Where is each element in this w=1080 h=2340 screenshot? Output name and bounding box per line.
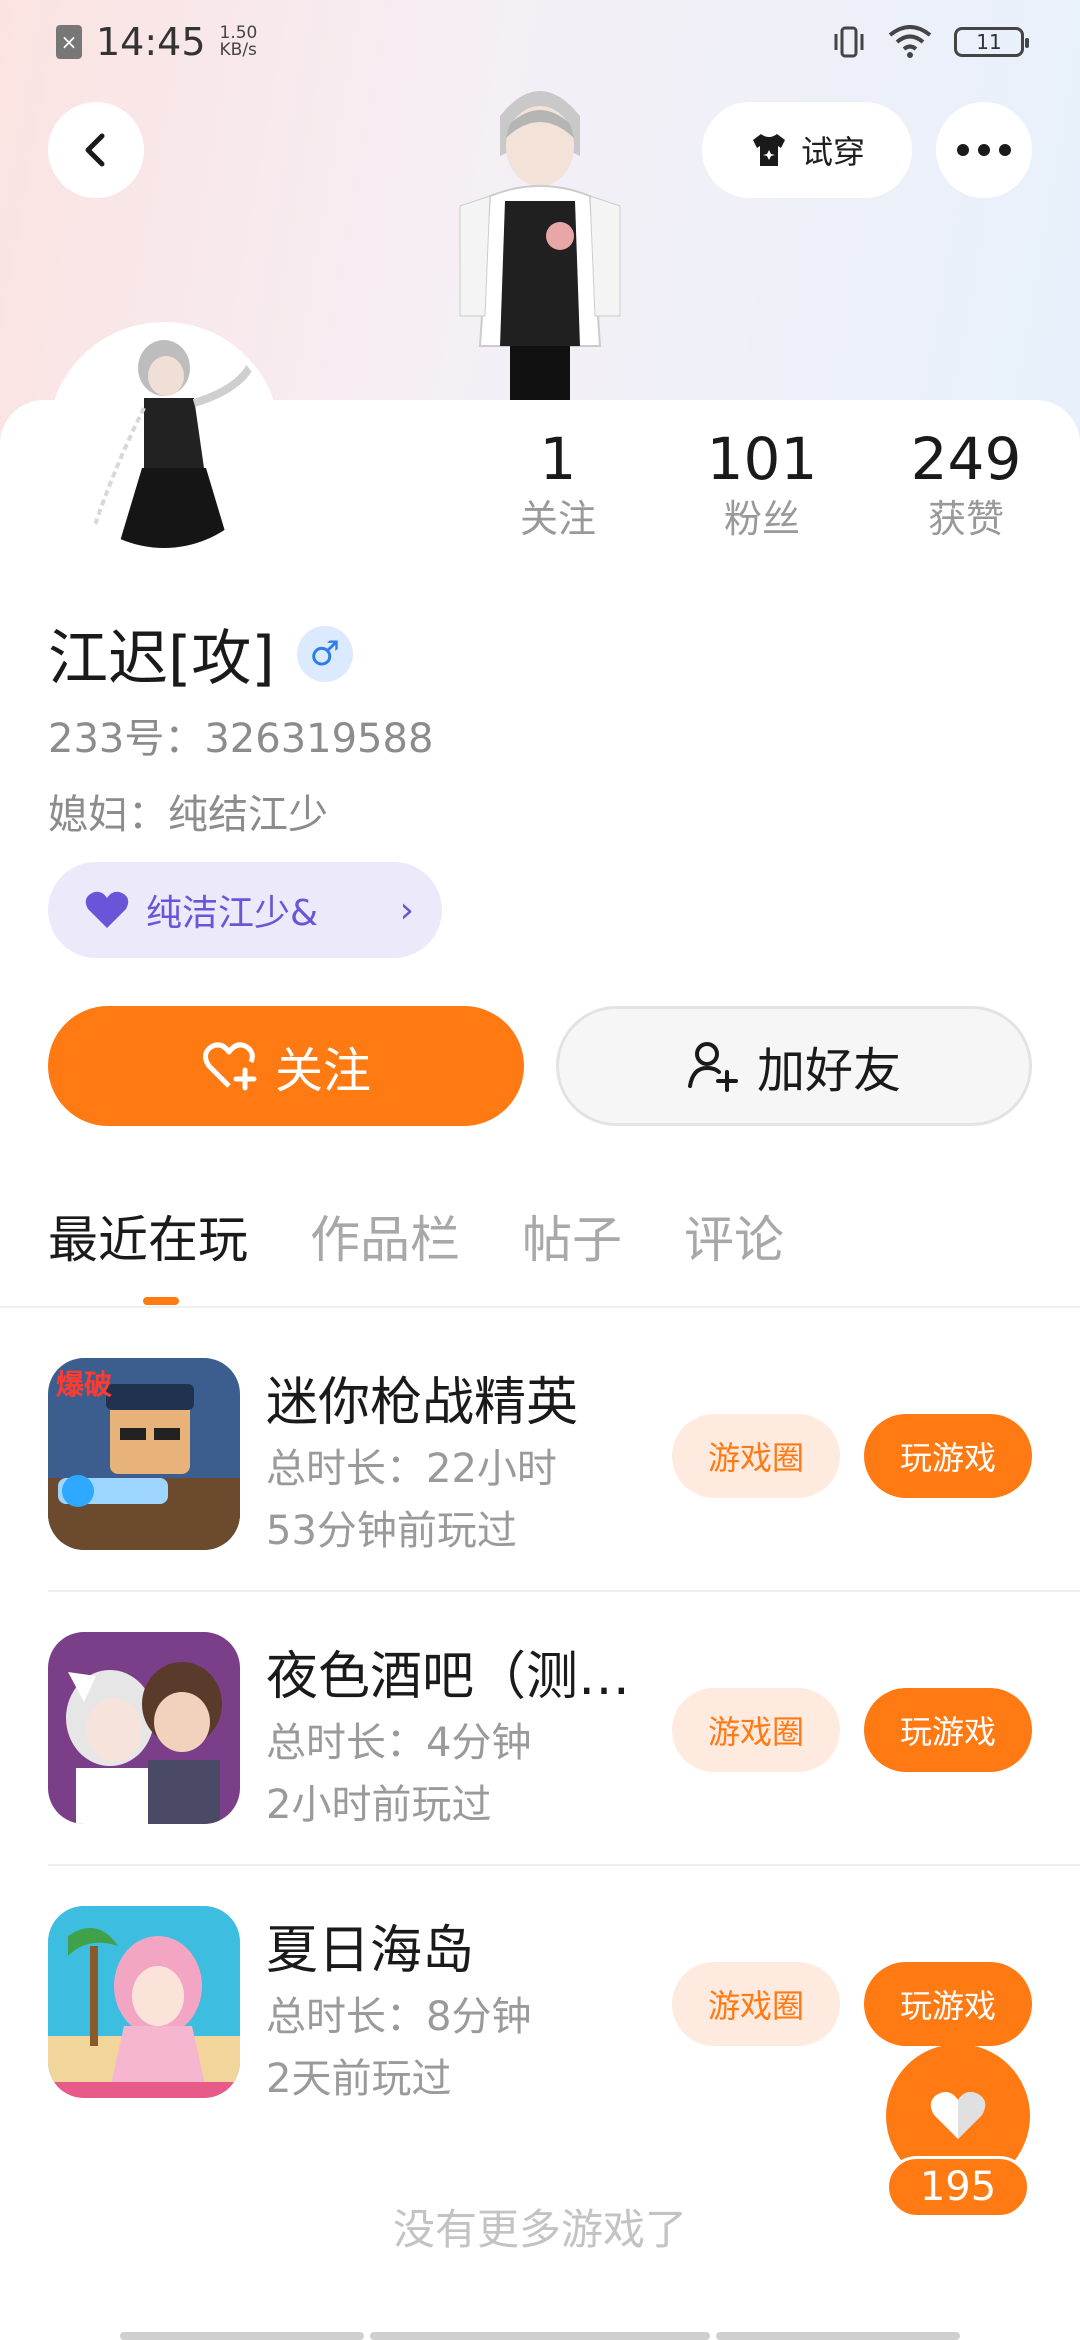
add-friend-button[interactable]: 加好友 [556, 1006, 1032, 1126]
summer-island-game-icon[interactable] [48, 1906, 240, 2098]
play-game-button[interactable]: 玩游戏 [864, 1962, 1032, 2046]
gesture-bar-segment [716, 2332, 960, 2340]
no-sim-icon: × [56, 25, 82, 59]
like-count-badge: 195 [886, 2156, 1030, 2218]
stat-following-count: 1 [539, 425, 577, 493]
add-friend-label: 加好友 [756, 1043, 901, 1099]
bottom-gesture-bars [0, 2326, 1080, 2340]
gesture-bar-segment [120, 2332, 364, 2340]
male-gender-icon: ♂ [296, 625, 353, 682]
game-title: 夏日海岛 [266, 1921, 475, 1981]
tabs-divider [0, 1306, 1080, 1308]
user-id[interactable]: 233号：326319588 [48, 706, 433, 764]
back-button[interactable] [48, 102, 144, 198]
outfit-icon [752, 134, 785, 166]
profile-stats: 1 关注 101 粉丝 249 获赞 [0, 424, 1080, 564]
tab-works[interactable]: 作品栏 [310, 1200, 460, 1280]
status-bar: × 14:45 1.50 KB/s 11 [0, 0, 1080, 84]
game-list-item[interactable]: 夜色酒吧（测… 总时长：4分钟 2小时前玩过 游戏圈 玩游戏 [0, 1632, 1080, 1828]
status-left: × 14:45 1.50 KB/s [56, 20, 257, 64]
profile-bio: 媳妇：纯结江少 [48, 792, 328, 838]
stat-likes-count: 249 [910, 425, 1022, 493]
heart-plus-icon [202, 1042, 257, 1091]
game-total-time: 总时长：4分钟 [266, 1720, 532, 1766]
game-list-item[interactable]: 爆破 迷你枪战精英 总时长：22小时 53分钟前玩过 游戏圈 玩游戏 [0, 1358, 1080, 1554]
network-speed-unit: KB/s [219, 40, 257, 60]
battery-indicator: 11 [954, 27, 1029, 57]
network-speed: 1.50 KB/s [220, 25, 258, 59]
row-divider [48, 1864, 1080, 1866]
status-right: 11 [832, 24, 1029, 60]
follow-label: 关注 [274, 1043, 371, 1099]
gesture-bar-segment [370, 2332, 710, 2340]
tab-posts[interactable]: 帖子 [522, 1200, 622, 1280]
play-game-button[interactable]: 玩游戏 [864, 1688, 1032, 1772]
tab-comments[interactable]: 评论 [684, 1200, 784, 1280]
profile-tabs: 最近在玩 作品栏 帖子 评论 [48, 1200, 784, 1280]
stat-following[interactable]: 1 关注 [478, 424, 638, 544]
play-game-button[interactable]: 玩游戏 [864, 1414, 1032, 1498]
status-time: 14:45 [96, 20, 206, 64]
game-circle-button[interactable]: 游戏圈 [672, 1688, 840, 1772]
night-bar-game-icon[interactable] [48, 1632, 240, 1824]
game-circle-button[interactable]: 游戏圈 [672, 1414, 840, 1498]
try-on-button[interactable]: 试穿 [702, 102, 912, 198]
stat-likes[interactable]: 249 获赞 [886, 424, 1046, 544]
game-last-played: 53分钟前玩过 [266, 1508, 517, 1554]
mini-gunfight-game-icon[interactable]: 爆破 [48, 1358, 240, 1550]
game-icon-badge-text: 爆破 [56, 1369, 112, 1400]
row-divider [48, 1590, 1080, 1592]
stat-fans-count: 101 [706, 425, 818, 493]
heart-icon [85, 891, 129, 928]
cp-chip-label: 纯洁江少& [146, 893, 319, 934]
chevron-left-icon [85, 133, 105, 167]
more-dots-icon [957, 144, 1011, 156]
heart-icon [930, 2092, 986, 2139]
game-last-played: 2小时前玩过 [266, 1782, 492, 1828]
stat-fans-label: 粉丝 [723, 497, 800, 541]
follow-button[interactable]: 关注 [48, 1006, 524, 1126]
game-last-played: 2天前玩过 [266, 2056, 452, 2102]
game-title: 迷你枪战精英 [266, 1373, 579, 1433]
game-total-time: 总时长：22小时 [266, 1446, 557, 1492]
stat-likes-label: 获赞 [927, 497, 1004, 541]
wifi-icon [888, 25, 932, 58]
try-on-label: 试穿 [800, 133, 865, 171]
add-person-icon [687, 1042, 738, 1092]
tab-recent-play[interactable]: 最近在玩 [48, 1200, 248, 1280]
hero-avatar-figure [459, 91, 621, 406]
battery-level: 11 [976, 30, 1002, 54]
stat-fans[interactable]: 101 粉丝 [682, 424, 842, 544]
game-circle-button[interactable]: 游戏圈 [672, 1962, 840, 2046]
active-tab-indicator [143, 1297, 179, 1305]
vibrate-icon [834, 26, 864, 58]
game-total-time: 总时长：8分钟 [266, 1994, 532, 2040]
name-row: 江迟[攻] ♂ [48, 610, 353, 697]
stat-following-label: 关注 [519, 497, 596, 541]
more-options-button[interactable] [936, 102, 1032, 198]
game-title: 夜色酒吧（测… [266, 1647, 631, 1707]
cp-relationship-chip[interactable]: 纯洁江少& › [48, 862, 442, 958]
profile-name: 江迟[攻] [48, 624, 275, 694]
chevron-right-icon: › [399, 889, 414, 931]
